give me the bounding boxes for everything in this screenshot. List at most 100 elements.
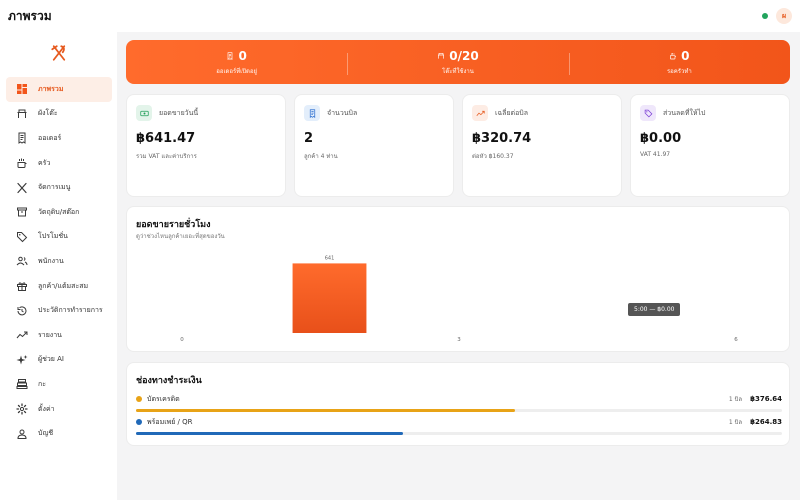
sidebar-item-label: ประวัติการทำรายการ (38, 306, 103, 315)
payment-name: พร้อมเพย์ / QR (147, 417, 193, 426)
payment-color-dot (136, 396, 142, 402)
sidebar: ภาพรวมผังโต๊ะออเดอร์ครัวจัดการเมนูวัตถุด… (0, 32, 117, 500)
sidebar-item-4[interactable]: จัดการเมนู (6, 175, 112, 200)
banner-label: ออเดอร์ที่เปิดอยู่ (216, 67, 258, 75)
sidebar-item-label: บัญชี (38, 429, 54, 438)
sidebar-item-label: ตั้งค่า (38, 404, 55, 413)
table-icon (16, 108, 28, 120)
sidebar-item-9[interactable]: ประวัติการทำรายการ (6, 298, 112, 323)
sidebar-item-10[interactable]: รายงาน (6, 323, 112, 348)
stat-card-0: ยอดขายวันนี้฿641.47 รวม VAT และค่าบริการ (126, 94, 286, 197)
chart-tooltip: 5:00 — ฿0.00 (628, 303, 681, 316)
sidebar-item-label: โปรโมชั่น (38, 232, 68, 241)
payment-count: 1 บิล (728, 396, 743, 403)
gear-icon (16, 403, 28, 415)
payment-name: บัตรเครดิต (147, 394, 180, 403)
stat-sub: VAT 41.97 (640, 151, 671, 158)
banner-stat-2: 0 รอครัวทำ (568, 48, 790, 76)
stat-value: 2 (304, 131, 314, 146)
banner-stat-1: 0/20 โต๊ะที่ใช้งาน (347, 49, 568, 76)
payment-share-track (136, 409, 782, 412)
stat-sub: ลูกค้า 4 ท่าน (304, 153, 338, 160)
payment-amount: ฿376.64 (750, 395, 782, 403)
chart-data-label-1: 641 (325, 255, 335, 261)
sidebar-item-0[interactable]: ภาพรวม (6, 77, 112, 102)
trend-icon (472, 105, 488, 121)
chart-bar-1[interactable] (292, 263, 367, 333)
archive-icon (16, 206, 28, 218)
kitchen-icon (669, 49, 677, 63)
payment-row-1: พร้อมเพย์ / QR 1 บิล ฿264.83 (136, 416, 782, 435)
sidebar-item-label: กะ (38, 379, 46, 388)
logo-utensils-icon (50, 44, 68, 62)
sidebar-item-label: วัตถุดิบ/สต๊อก (38, 207, 80, 216)
sidebar-item-label: ภาพรวม (38, 84, 64, 93)
sidebar-item-3[interactable]: ครัว (6, 151, 112, 176)
stat-label: ยอดขายวันนี้ (159, 108, 199, 117)
hourly-sales-card: ยอดขายรายชั่วโมง ดูว่าช่วงไหนลูกค้าเยอะท… (126, 206, 790, 352)
sidebar-item-label: พนักงาน (38, 256, 64, 265)
sidebar-item-14[interactable]: บัญชี (6, 421, 112, 446)
payment-count: 1 บิล (728, 419, 743, 426)
main-content: 0 ออเดอร์ที่เปิดอยู่ 0/20 โต๊ะที่ใช้งาน 0 รอค… (117, 32, 800, 500)
sidebar-item-12[interactable]: กะ (6, 372, 112, 397)
payment-row-0: บัตรเครดิต 1 บิล ฿376.64 (136, 393, 782, 412)
stat-value: ฿0.00 (640, 131, 682, 146)
payment-channels-title: ช่องทางชำระเงิน (136, 376, 202, 386)
status-banner: 0 ออเดอร์ที่เปิดอยู่ 0/20 โต๊ะที่ใช้งาน 0 รอค… (126, 40, 790, 84)
history-icon (16, 305, 28, 317)
stat-label: จำนวนบิล (327, 108, 358, 117)
tag-icon (16, 231, 28, 243)
banner-label: รอครัวทำ (666, 67, 692, 75)
sidebar-item-6[interactable]: โปรโมชั่น (6, 225, 112, 250)
sparkle-icon (16, 354, 28, 366)
receipt-icon (16, 132, 28, 145)
chart-x-tick-1: 3 (457, 337, 461, 343)
kitchen-icon (16, 157, 28, 169)
payment-share-track (136, 432, 782, 435)
stat-value: ฿320.74 (472, 131, 532, 146)
banner-value: 0 (238, 48, 247, 63)
stat-label: ส่วนลดที่ให้ไป (663, 108, 706, 117)
stat-card-2: เฉลี่ยต่อบิล฿320.74 ต่อหัว ฿160.37 (462, 94, 622, 197)
sidebar-item-label: ลูกค้า/แต้มสะสม (38, 281, 89, 290)
sidebar-item-label: รายงาน (38, 330, 62, 339)
online-status-dot (762, 13, 768, 19)
sidebar-item-label: ผังโต๊ะ (38, 109, 58, 118)
sidebar-item-13[interactable]: ตั้งค่า (6, 397, 112, 422)
users-icon (16, 255, 28, 267)
banner-value: 0 (681, 48, 690, 63)
sidebar-nav: ภาพรวมผังโต๊ะออเดอร์ครัวจัดการเมนูวัตถุด… (6, 77, 112, 446)
trend-icon (16, 329, 28, 341)
stat-card-1: จำนวนบิล 2 ลูกค้า 4 ท่าน (294, 94, 454, 197)
banner-stat-0: 0 ออเดอร์ที่เปิดอยู่ (126, 49, 347, 76)
sidebar-item-1[interactable]: ผังโต๊ะ (6, 102, 112, 127)
payment-amount: ฿264.83 (750, 418, 782, 426)
banner-value: 0/20 (449, 48, 479, 63)
sidebar-item-label: ออเดอร์ (38, 133, 62, 142)
sidebar-item-11[interactable]: ผู้ช่วย AI (6, 348, 112, 373)
page-title: ภาพรวม (8, 8, 52, 23)
stat-sub: ต่อหัว ฿160.37 (472, 153, 514, 160)
stat-sub: รวม VAT และค่าบริการ (136, 153, 197, 160)
table-icon (437, 49, 445, 63)
payment-share-fill (136, 409, 516, 412)
receipt-icon (304, 105, 320, 121)
sidebar-item-2[interactable]: ออเดอร์ (6, 126, 112, 151)
stat-label: เฉลี่ยต่อบิล (495, 108, 529, 117)
sidebar-item-7[interactable]: พนักงาน (6, 249, 112, 274)
payment-share-fill (136, 432, 403, 435)
dashboard-icon (16, 83, 28, 95)
sidebar-item-8[interactable]: ลูกค้า/แต้มสะสม (6, 274, 112, 299)
banner-label: โต๊ะที่ใช้งาน (442, 67, 474, 75)
stat-value: ฿641.47 (136, 131, 196, 146)
sidebar-item-5[interactable]: วัตถุดิบ/สต๊อก (6, 200, 112, 225)
cash-icon (136, 105, 152, 121)
payment-color-dot (136, 419, 142, 425)
avatar[interactable]: ผ (776, 8, 792, 24)
tag-icon (640, 105, 656, 121)
sidebar-item-label: ครัว (38, 158, 51, 167)
receipt-icon (226, 49, 234, 63)
sidebar-item-label: จัดการเมนู (38, 183, 71, 192)
gift-icon (16, 280, 28, 292)
